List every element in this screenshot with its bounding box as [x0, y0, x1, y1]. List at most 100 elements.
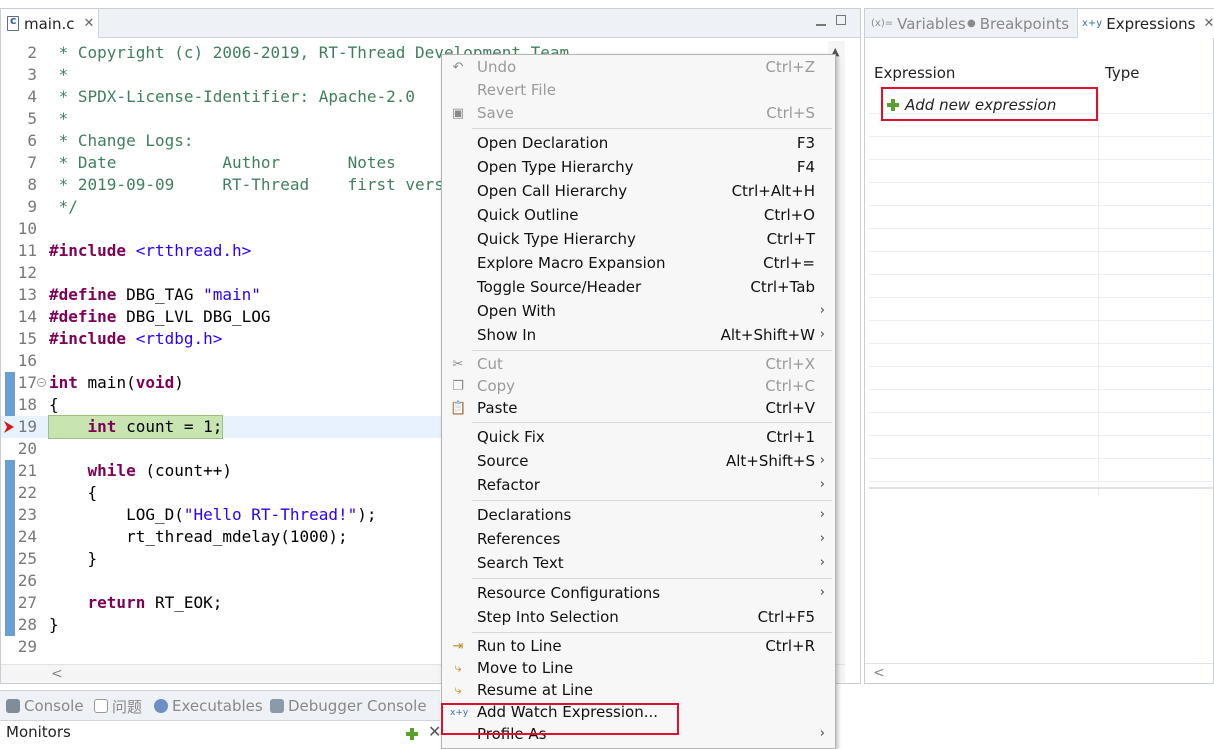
menu-item-open-with[interactable]: Open With › [442, 299, 835, 323]
code-token: <rtdbg.h> [135, 329, 223, 348]
menu-item-cut[interactable]: ✂ Cut Ctrl+X [442, 353, 835, 375]
minimize-icon[interactable] [816, 18, 826, 26]
menu-item-paste[interactable]: 📋 Paste Ctrl+V [442, 397, 835, 419]
scroll-left-icon[interactable]: < [51, 666, 63, 682]
menu-item-label: Quick Fix [477, 428, 545, 446]
menu-separator [472, 578, 832, 579]
menu-item-shortcut: F3 [796, 134, 815, 152]
paste-icon: 📋 [450, 401, 467, 416]
code-token: while [87, 461, 136, 480]
menu-item-open-call-hierarchy[interactable]: Open Call Hierarchy Ctrl+Alt+H [442, 179, 835, 203]
code-token: int [49, 373, 78, 392]
menu-item-quick-outline[interactable]: Quick Outline Ctrl+O [442, 203, 835, 227]
menu-item-search-text[interactable]: Search Text › [442, 551, 835, 575]
add-monitor-icon[interactable] [406, 728, 418, 740]
submenu-arrow-icon: › [819, 555, 825, 570]
menu-item-label: Quick Outline [477, 206, 579, 224]
menu-item-step-into-selection[interactable]: Step Into Selection Ctrl+F5 [442, 605, 835, 629]
line-text: #define DBG_TAG "main" [49, 284, 261, 306]
menu-separator [472, 128, 832, 129]
code-token: return [87, 593, 146, 612]
menu-item-open-type-hierarchy[interactable]: Open Type Hierarchy F4 [442, 155, 835, 179]
horizontal-scrollbar[interactable]: < [865, 663, 1213, 682]
menu-item-explore-macro-expansion[interactable]: Explore Macro Expansion Ctrl+= [442, 251, 835, 275]
menu-item-undo[interactable]: ↶ Undo Ctrl+Z [442, 56, 835, 79]
line-text: #define DBG_LVL DBG_LOG [49, 306, 271, 328]
menu-item-label: Open Call Hierarchy [477, 182, 628, 200]
tab-executables[interactable]: Executables [154, 691, 263, 721]
line-number: 20 [17, 439, 37, 458]
menu-item-open-declaration[interactable]: Open Declaration F3 [442, 131, 835, 155]
menu-item-resume-at-line[interactable]: ⤷ Resume at Line [442, 679, 835, 701]
editor-tab-main-c[interactable]: main.c ✕ [1, 9, 99, 38]
line-number: 14 [17, 307, 37, 326]
code-token: "Hello RT-Thread!" [183, 505, 358, 524]
table-row [869, 436, 1214, 459]
panel-divider [869, 487, 1214, 489]
line-number: 6 [27, 131, 37, 150]
menu-item-toggle-source-header[interactable]: Toggle Source/Header Ctrl+Tab [442, 275, 835, 299]
menu-item-shortcut: Ctrl+Tab [750, 278, 815, 296]
line-text: int count = 1; [47, 415, 224, 439]
editor-context-menu: ↶ Undo Ctrl+Z Revert File ▣ Save Ctrl+S Open De… [441, 54, 836, 749]
menu-item-source[interactable]: Source Alt+Shift+S › [442, 449, 835, 473]
table-row [869, 344, 1214, 367]
table-row [869, 229, 1214, 252]
close-icon[interactable]: ✕ [1203, 16, 1214, 31]
fold-collapse-icon[interactable]: − [37, 378, 46, 387]
tab-console[interactable]: Console [6, 691, 84, 721]
menu-item-label: Undo [477, 58, 517, 76]
tab-problems[interactable]: 问题 [94, 691, 142, 721]
menu-item-label: Open With [477, 302, 556, 320]
menu-item-show-in[interactable]: Show In Alt+Shift+W › [442, 323, 835, 347]
problems-icon [94, 699, 108, 713]
menu-item-move-to-line[interactable]: ⤷ Move to Line [442, 657, 835, 679]
tab-breakpoints[interactable]: ● Breakpoints [967, 9, 1069, 38]
submenu-arrow-icon: › [819, 585, 825, 600]
menu-item-run-to-line[interactable]: ⇥ Run to Line Ctrl+R [442, 635, 835, 657]
submenu-arrow-icon: › [819, 327, 825, 342]
menu-item-resource-configurations[interactable]: Resource Configurations › [442, 581, 835, 605]
cut-icon: ✂ [452, 357, 464, 372]
menu-item-quick-type-hierarchy[interactable]: Quick Type Hierarchy Ctrl+T [442, 227, 835, 251]
table-row [869, 367, 1214, 390]
menu-item-copy[interactable]: ❐ Copy Ctrl+C [442, 375, 835, 397]
menu-item-revert-file[interactable]: Revert File [442, 79, 835, 102]
remove-monitor-icon[interactable]: ✕ [428, 722, 441, 741]
bottom-tab-bar: Console 问题 Executables Debugger Console [0, 690, 440, 720]
tab-debugger-console[interactable]: Debugger Console [270, 691, 427, 721]
code-token: rt_thread_mdelay(1000); [49, 527, 348, 546]
line-number: 3 [27, 65, 37, 84]
tab-expressions[interactable]: x+y Expressions ✕ [1077, 9, 1214, 38]
scroll-left-icon[interactable]: < [873, 665, 885, 681]
maximize-icon[interactable] [836, 15, 846, 25]
menu-item-refactor[interactable]: Refactor › [442, 473, 835, 497]
debugger-console-icon [270, 699, 284, 713]
menu-item-declarations[interactable]: Declarations › [442, 503, 835, 527]
line-text: * [49, 108, 69, 130]
close-icon[interactable]: ✕ [84, 16, 95, 31]
menu-item-save[interactable]: ▣ Save Ctrl+S [442, 102, 835, 125]
line-text: } [49, 548, 98, 570]
menu-item-label: Move to Line [477, 659, 574, 677]
table-row [869, 206, 1214, 229]
menu-item-shortcut: Ctrl+Alt+H [731, 182, 815, 200]
line-number: 8 [27, 175, 37, 194]
menu-separator [472, 632, 832, 633]
code-token: int [87, 417, 117, 436]
submenu-arrow-icon: › [819, 477, 825, 492]
code-token: #include [49, 329, 127, 348]
menu-item-quick-fix[interactable]: Quick Fix Ctrl+1 [442, 425, 835, 449]
code-token: ); [357, 505, 377, 524]
menu-item-shortcut: Ctrl+= [763, 254, 815, 272]
line-number: 2 [27, 43, 37, 62]
column-header-type[interactable]: Type [1105, 64, 1139, 82]
column-header-expression[interactable]: Expression [874, 64, 955, 82]
tab-variables[interactable]: (x)= Variables [871, 9, 966, 38]
breakpoint-instruction-pointer-icon[interactable] [4, 421, 14, 433]
table-row [869, 459, 1214, 482]
menu-item-references[interactable]: References › [442, 527, 835, 551]
menu-item-shortcut: F4 [796, 158, 815, 176]
code-token: * [49, 109, 69, 128]
